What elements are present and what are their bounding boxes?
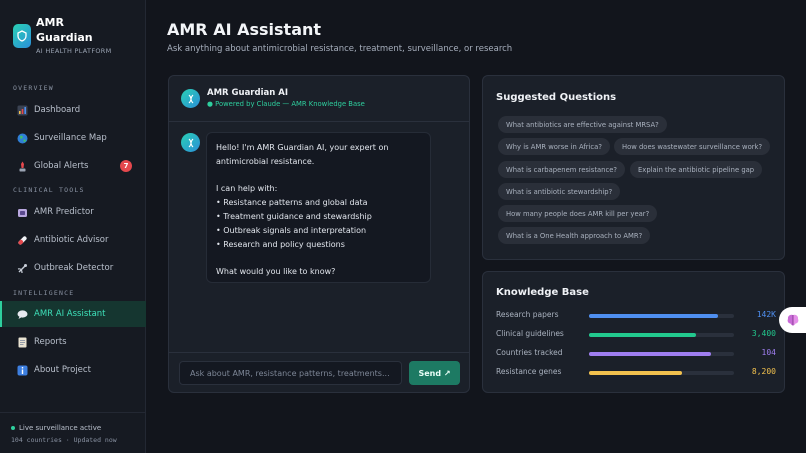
kb-row-resistance-genes: Resistance genes 8,200 xyxy=(496,367,776,379)
sidebar-item-label: Surveillance Map xyxy=(34,133,107,143)
assistant-avatar xyxy=(181,89,200,108)
sidebar-item-outbreak-detector[interactable]: Outbreak Detector xyxy=(0,255,146,281)
sidebar-item-dashboard[interactable]: Dashboard xyxy=(0,97,146,123)
live-status-dot-icon xyxy=(11,426,15,430)
assistant-name: AMR Guardian AI xyxy=(207,88,288,98)
message-line: I can help with: xyxy=(216,184,278,194)
live-status-meta: 104 countries · Updated now xyxy=(11,436,117,444)
kb-label: Countries tracked xyxy=(496,348,563,357)
sidebar-item-label: Global Alerts xyxy=(34,161,89,171)
chat-input[interactable] xyxy=(179,361,402,385)
suggested-question-chip[interactable]: How does wastewater surveillance work? xyxy=(614,138,771,155)
kb-progress-fill xyxy=(589,371,682,375)
chat-panel: AMR Guardian AI ● Powered by Claude — AM… xyxy=(168,75,470,393)
suggested-question-chip[interactable]: What is carbapenem resistance? xyxy=(498,161,626,178)
suggested-question-chip[interactable]: Explain the antibiotic pipeline gap xyxy=(630,161,763,178)
dna-icon xyxy=(188,94,193,103)
microscope-icon xyxy=(16,206,28,218)
kb-row-research-papers: Research papers 142K xyxy=(496,310,776,322)
assistant-message: Hello! I'm AMR Guardian AI, your expert … xyxy=(206,132,431,283)
suggested-questions-panel: Suggested Questions What antibiotics are… xyxy=(482,75,785,260)
message-line: Hello! I'm AMR Guardian AI, your expert … xyxy=(216,143,389,152)
sidebar-item-label: AMR Predictor xyxy=(34,207,94,217)
message-avatar xyxy=(181,133,200,152)
kb-progress-fill xyxy=(589,352,711,356)
kb-progress-track xyxy=(589,314,734,318)
sidebar-item-antibiotic-advisor[interactable]: Antibiotic Advisor xyxy=(0,227,146,253)
chat-input-bar: Send ↗ xyxy=(169,352,469,392)
message-line: • Outbreak signals and interpretation xyxy=(216,225,367,235)
bar-chart-icon xyxy=(16,104,28,116)
section-label-intelligence: INTELLIGENCE xyxy=(13,289,75,297)
alert-icon xyxy=(16,160,28,172)
suggested-question-chip[interactable]: What is antibiotic stewardship? xyxy=(498,183,621,200)
kb-progress-track xyxy=(589,333,734,337)
pill-icon xyxy=(16,234,28,246)
brain-icon xyxy=(787,314,798,326)
powered-by-label: ● Powered by Claude — AMR Knowledge Base xyxy=(207,100,365,108)
section-label-overview: OVERVIEW xyxy=(13,84,54,92)
kb-value: 8,200 xyxy=(751,367,776,376)
live-status: Live surveillance active xyxy=(11,424,101,432)
suggested-question-chip[interactable]: How many people does AMR kill per year? xyxy=(498,205,658,222)
kb-value: 104 xyxy=(761,348,776,357)
alert-count-badge: 7 xyxy=(120,160,132,172)
chat-header: AMR Guardian AI ● Powered by Claude — AM… xyxy=(169,76,469,122)
sidebar-item-label: Outbreak Detector xyxy=(34,263,114,273)
chat-bubble-icon xyxy=(16,308,28,320)
suggested-question-chip[interactable]: Why is AMR worse in Africa? xyxy=(498,138,610,155)
suggested-questions-title: Suggested Questions xyxy=(496,92,617,103)
globe-icon xyxy=(16,132,28,144)
sidebar-item-amr-ai-assistant[interactable]: AMR AI Assistant xyxy=(0,301,146,327)
kb-progress-fill xyxy=(589,314,719,318)
document-icon xyxy=(16,336,28,348)
live-status-text: Live surveillance active xyxy=(19,424,102,432)
knowledge-base-title: Knowledge Base xyxy=(496,287,589,298)
sidebar-footer: Live surveillance active 104 countries ·… xyxy=(0,412,146,453)
kb-label: Resistance genes xyxy=(496,367,562,376)
kb-progress-track xyxy=(589,371,734,375)
brand-subtitle: AI HEALTH PLATFORM xyxy=(36,47,112,55)
dna-icon xyxy=(188,138,193,147)
sidebar-item-surveillance-map[interactable]: Surveillance Map xyxy=(0,125,146,151)
suggested-question-chip[interactable]: What is a One Health approach to AMR? xyxy=(498,227,651,244)
sidebar-item-label: Dashboard xyxy=(34,105,81,115)
brand[interactable]: AMR Guardian AI HEALTH PLATFORM xyxy=(13,15,116,55)
kb-label: Clinical guidelines xyxy=(496,329,564,338)
brand-name: AMR Guardian xyxy=(36,16,93,44)
sidebar-item-label: Antibiotic Advisor xyxy=(34,235,109,245)
message-line: • Resistance patterns and global data xyxy=(216,198,368,208)
kb-progress-track xyxy=(589,352,734,356)
sidebar-item-label: About Project xyxy=(34,365,91,375)
sidebar-item-global-alerts[interactable]: Global Alerts 7 xyxy=(0,153,146,179)
message-line: • Research and policy questions xyxy=(216,239,345,249)
floating-assistant-button[interactable] xyxy=(779,307,806,333)
sidebar-item-reports[interactable]: Reports xyxy=(0,329,146,355)
suggested-question-chip[interactable]: What antibiotics are effective against M… xyxy=(498,116,667,133)
sidebar: AMR Guardian AI HEALTH PLATFORM OVERVIEW… xyxy=(0,0,146,453)
kb-row-countries-tracked: Countries tracked 104 xyxy=(496,348,776,360)
sidebar-item-about-project[interactable]: About Project xyxy=(0,357,146,383)
sidebar-item-amr-predictor[interactable]: AMR Predictor xyxy=(0,199,146,225)
page-subtitle: Ask anything about antimicrobial resista… xyxy=(167,44,513,54)
kb-row-clinical-guidelines: Clinical guidelines 3,400 xyxy=(496,329,776,341)
knowledge-base-panel: Knowledge Base Research papers 142K Clin… xyxy=(482,271,785,393)
sidebar-item-label: AMR AI Assistant xyxy=(34,309,106,319)
page-title: AMR AI Assistant xyxy=(167,20,322,39)
message-line: antimicrobial resistance. xyxy=(216,156,315,166)
satellite-icon xyxy=(16,262,28,274)
message-line: • Treatment guidance and stewardship xyxy=(216,211,372,221)
message-line: What would you like to know? xyxy=(216,267,336,277)
kb-progress-fill xyxy=(589,333,697,337)
kb-label: Research papers xyxy=(496,310,559,319)
section-label-clinical-tools: CLINICAL TOOLS xyxy=(13,186,85,194)
kb-value: 142K xyxy=(756,310,776,319)
kb-value: 3,400 xyxy=(751,329,776,338)
sidebar-item-label: Reports xyxy=(34,337,67,347)
brand-logo-icon xyxy=(13,24,31,48)
info-icon xyxy=(16,364,28,376)
send-button[interactable]: Send ↗ xyxy=(409,361,460,385)
